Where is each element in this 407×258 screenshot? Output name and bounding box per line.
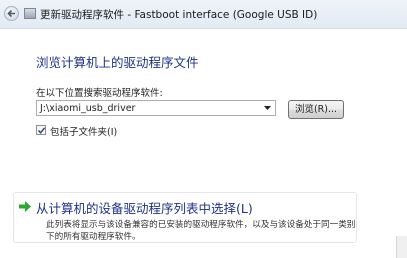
device-icon — [24, 8, 36, 19]
dropdown-button[interactable] — [262, 102, 274, 114]
back-arrow-icon — [7, 9, 15, 18]
back-button[interactable] — [4, 6, 19, 21]
title-bar: 更新驱动程序软件 - Fastboot interface (Google US… — [0, 0, 407, 29]
pick-from-list-description: 此列表将显示与该设备兼容的已安装的驱动程序软件，以及与该设备处于同一类别下的所有… — [46, 220, 356, 242]
browse-button[interactable]: 浏览(R)... — [288, 100, 344, 119]
include-subfolders-checkbox[interactable] — [36, 125, 46, 135]
page-heading: 浏览计算机上的驱动程序文件 — [36, 55, 199, 70]
driver-path-combobox[interactable]: J:\xiaomi_usb_driver — [36, 100, 276, 116]
window-title: 更新驱动程序软件 - Fastboot interface (Google US… — [40, 9, 318, 21]
driver-path-value[interactable]: J:\xiaomi_usb_driver — [40, 102, 135, 115]
path-label: 在以下位置搜索驱动程序软件: — [36, 88, 163, 99]
scrollbar[interactable] — [396, 236, 407, 258]
green-arrow-icon — [19, 201, 31, 212]
pick-from-list-title[interactable]: 从计算机的设备驱动程序列表中选择(L) — [36, 198, 253, 217]
include-subfolders-label[interactable]: 包括子文件夹(I) — [50, 124, 117, 138]
checkmark-icon — [37, 127, 46, 134]
chevron-down-icon — [264, 106, 271, 110]
